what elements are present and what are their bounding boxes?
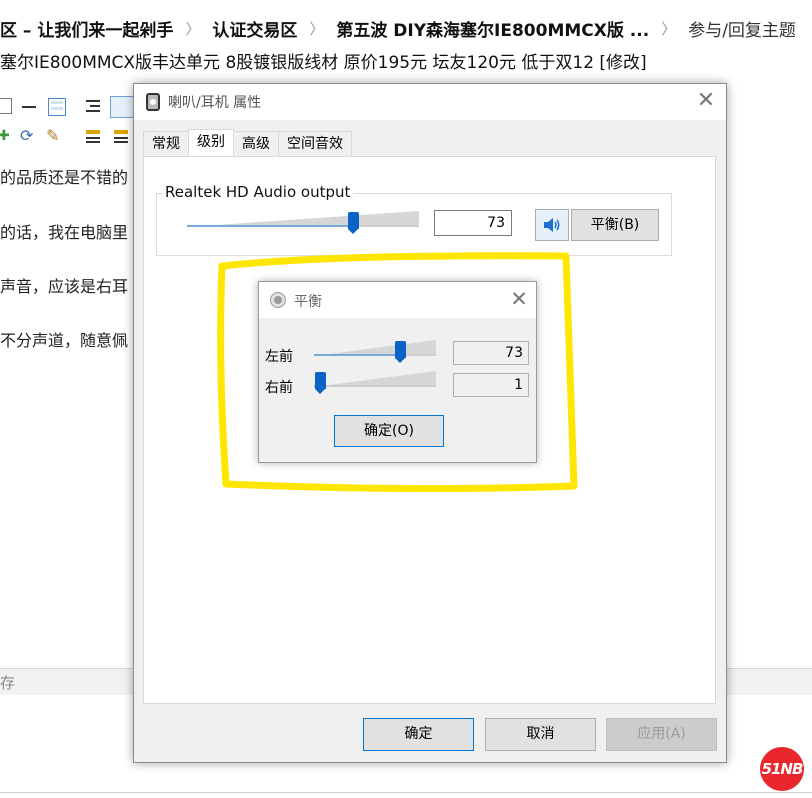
quote-icon[interactable] — [114, 128, 132, 146]
right-front-slider-thumb[interactable] — [315, 372, 327, 394]
left-front-slider[interactable] — [314, 340, 436, 358]
slider-fill — [314, 354, 401, 356]
chevron-right-icon: 〉 — [309, 19, 325, 38]
editor-toolbar: ✚ ⟳ ✎ — [0, 92, 140, 152]
font-dropdown-icon[interactable] — [0, 98, 12, 114]
balance-dialog: 平衡 ✕ 左前 73 右前 1 确定(O) — [258, 281, 537, 463]
balance-titlebar[interactable]: 平衡 ✕ — [259, 282, 536, 318]
tab-advanced[interactable]: 高级 — [233, 131, 279, 156]
slider-rail — [314, 385, 436, 387]
apply-button: 应用(A) — [606, 718, 717, 751]
post-text-line: 的话，我在电脑里 — [0, 223, 129, 242]
slider-fill — [187, 225, 354, 227]
volume-slider[interactable] — [187, 211, 419, 229]
balance-button[interactable]: 平衡(B) — [571, 209, 659, 241]
align-active-icon[interactable] — [110, 96, 134, 118]
speaker-device-icon — [270, 292, 286, 308]
close-icon[interactable]: ✕ — [692, 88, 720, 116]
left-front-label: 左前 — [265, 349, 293, 365]
device-label: Realtek HD Audio output — [162, 183, 354, 201]
chevron-right-icon: 〉 — [185, 19, 201, 38]
mute-button[interactable] — [535, 209, 569, 241]
tab-general[interactable]: 常规 — [143, 131, 189, 156]
breadcrumb-item-reply: 参与/回复主题 — [688, 20, 796, 41]
left-front-value[interactable]: 73 — [453, 341, 529, 365]
tab-strip: 常规 级别 高级 空间音效 — [143, 129, 352, 156]
speaker-icon — [544, 218, 560, 232]
volume-value-field[interactable]: 73 — [434, 210, 512, 236]
dialog-titlebar[interactable]: 喇叭/耳机 属性 ✕ — [134, 84, 726, 120]
right-front-value[interactable]: 1 — [453, 373, 529, 397]
tab-levels[interactable]: 级别 — [188, 129, 234, 156]
post-title: 塞尔IE800MMCX版丰达单元 8股镀银版线材 原价195元 坛友120元 低… — [0, 53, 647, 73]
post-text-line: 的品质还是不错的 — [0, 168, 129, 187]
horizontal-rule-icon[interactable] — [22, 106, 36, 108]
paragraph-icon[interactable] — [86, 128, 104, 146]
breadcrumb-item-thread[interactable]: 第五波 DIY森海塞尔IE800MMCX版 ... — [336, 16, 649, 41]
breadcrumb-item-trade[interactable]: 认证交易区 — [212, 16, 297, 41]
cancel-button[interactable]: 取消 — [485, 718, 596, 751]
site-logo: 51NB — [760, 747, 804, 791]
table-icon[interactable] — [48, 98, 66, 116]
right-front-slider[interactable] — [314, 371, 436, 389]
balance-ok-button[interactable]: 确定(O) — [334, 415, 444, 447]
breadcrumb-item-forum[interactable]: 区 – 让我们来一起剁手 — [0, 16, 173, 41]
speaker-device-icon — [146, 93, 160, 111]
chevron-right-icon: 〉 — [661, 19, 677, 38]
refresh-icon[interactable]: ⟳ — [20, 126, 38, 145]
volume-slider-thumb[interactable] — [348, 212, 360, 234]
ok-button[interactable]: 确定 — [363, 718, 474, 751]
left-front-slider-thumb[interactable] — [395, 341, 407, 363]
align-left-icon[interactable] — [86, 98, 104, 116]
right-front-label: 右前 — [265, 380, 293, 396]
save-text[interactable]: 存 — [0, 672, 15, 693]
breadcrumb: 区 – 让我们来一起剁手 〉 认证交易区 〉 第五波 DIY森海塞尔IE800M… — [0, 14, 796, 42]
format-brush-icon[interactable]: ✎ — [46, 126, 64, 145]
divider — [0, 792, 812, 793]
insert-image-icon[interactable]: ✚ — [0, 128, 16, 146]
close-icon[interactable]: ✕ — [506, 287, 532, 313]
post-text-line: 不分声道，随意佩 — [0, 331, 129, 350]
dialog-title: 喇叭/耳机 属性 — [168, 95, 262, 111]
post-text-line: 声音，应该是右耳 — [0, 277, 129, 296]
tab-spatial-sound[interactable]: 空间音效 — [278, 131, 352, 156]
balance-title: 平衡 — [294, 294, 322, 310]
